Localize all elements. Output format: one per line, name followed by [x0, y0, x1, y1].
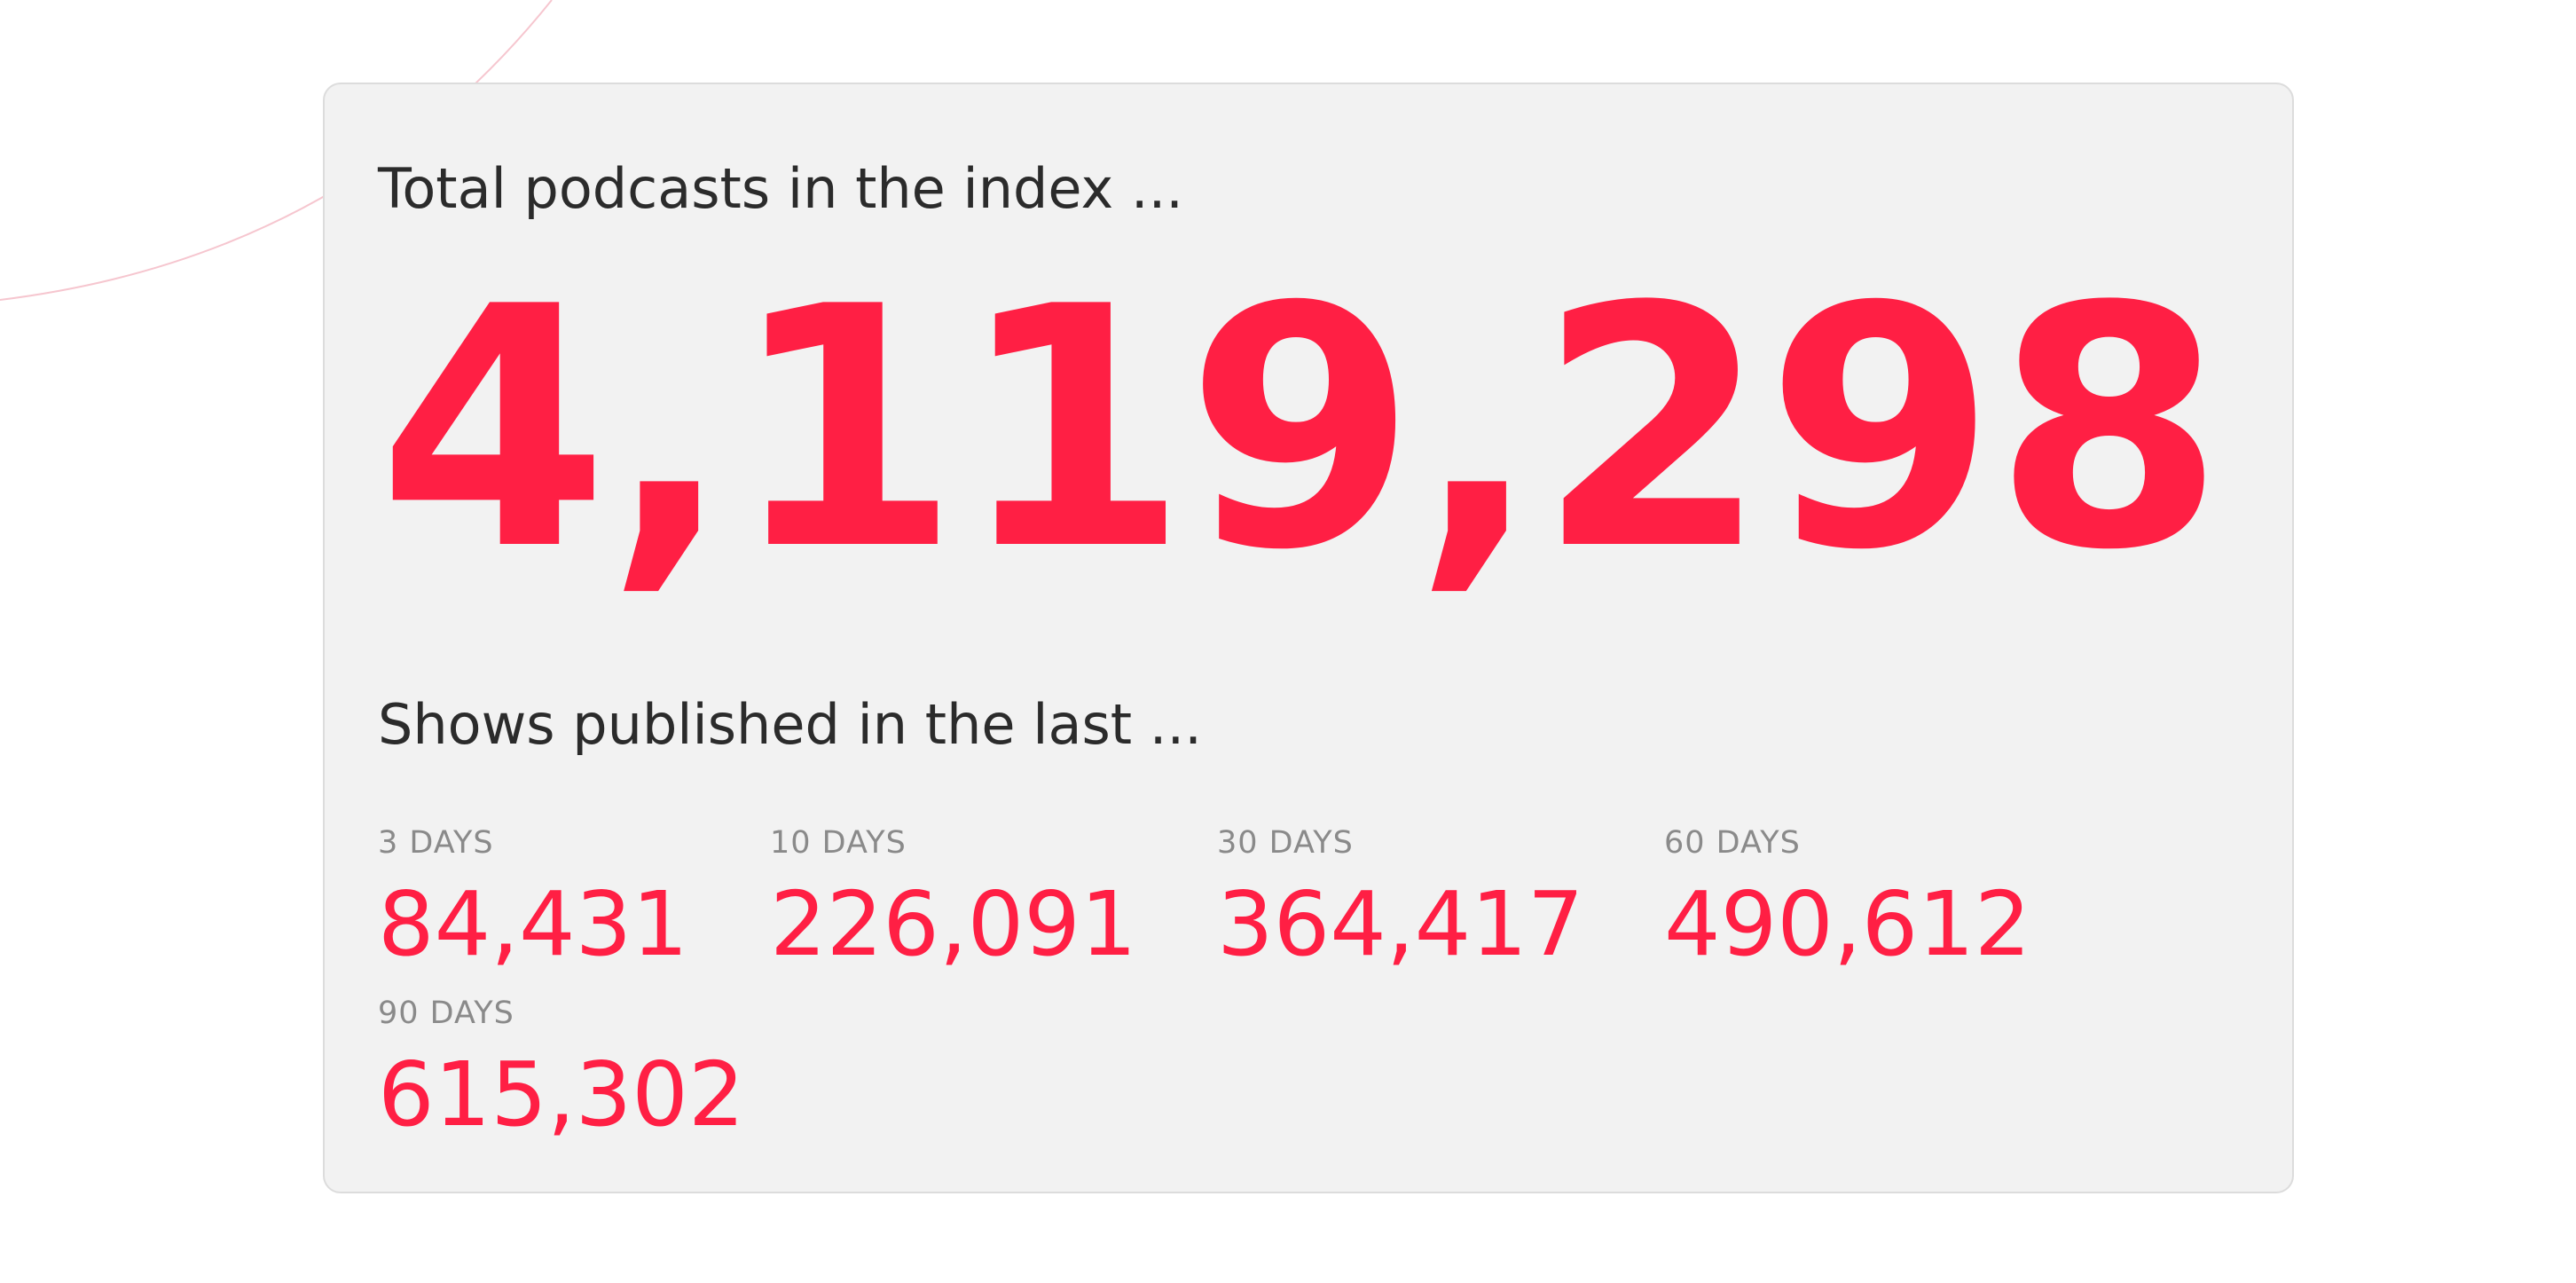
- period-stat-10-days: 10 DAYS 226,091: [770, 828, 1217, 998]
- period-stat-3-days: 3 DAYS 84,431: [378, 828, 770, 998]
- period-stat-60-days: 60 DAYS 490,612: [1664, 828, 2241, 998]
- period-count: 226,091: [770, 872, 1137, 976]
- recent-shows-heading: Shows published in the last ...: [378, 692, 1202, 757]
- period-count: 84,431: [378, 872, 688, 976]
- podcast-stats-card: Total podcasts in the index ... 4,119,29…: [323, 83, 2294, 1193]
- period-count: 364,417: [1217, 872, 1584, 976]
- period-count: 490,612: [1664, 872, 2031, 976]
- total-podcasts-heading: Total podcasts in the index ...: [378, 156, 1183, 221]
- total-podcasts-count: 4,119,298: [378, 237, 2225, 623]
- period-label: 30 DAYS: [1217, 825, 1354, 861]
- period-stat-30-days: 30 DAYS 364,417: [1217, 828, 1664, 998]
- period-label: 90 DAYS: [378, 996, 514, 1031]
- period-label: 10 DAYS: [770, 825, 907, 861]
- period-stat-90-days: 90 DAYS 615,302: [378, 998, 770, 1139]
- period-label: 60 DAYS: [1664, 825, 1801, 861]
- period-label: 3 DAYS: [378, 825, 494, 861]
- recent-period-stats: 3 DAYS 84,431 10 DAYS 226,091 30 DAYS 36…: [378, 828, 2241, 1139]
- period-count: 615,302: [378, 1043, 745, 1146]
